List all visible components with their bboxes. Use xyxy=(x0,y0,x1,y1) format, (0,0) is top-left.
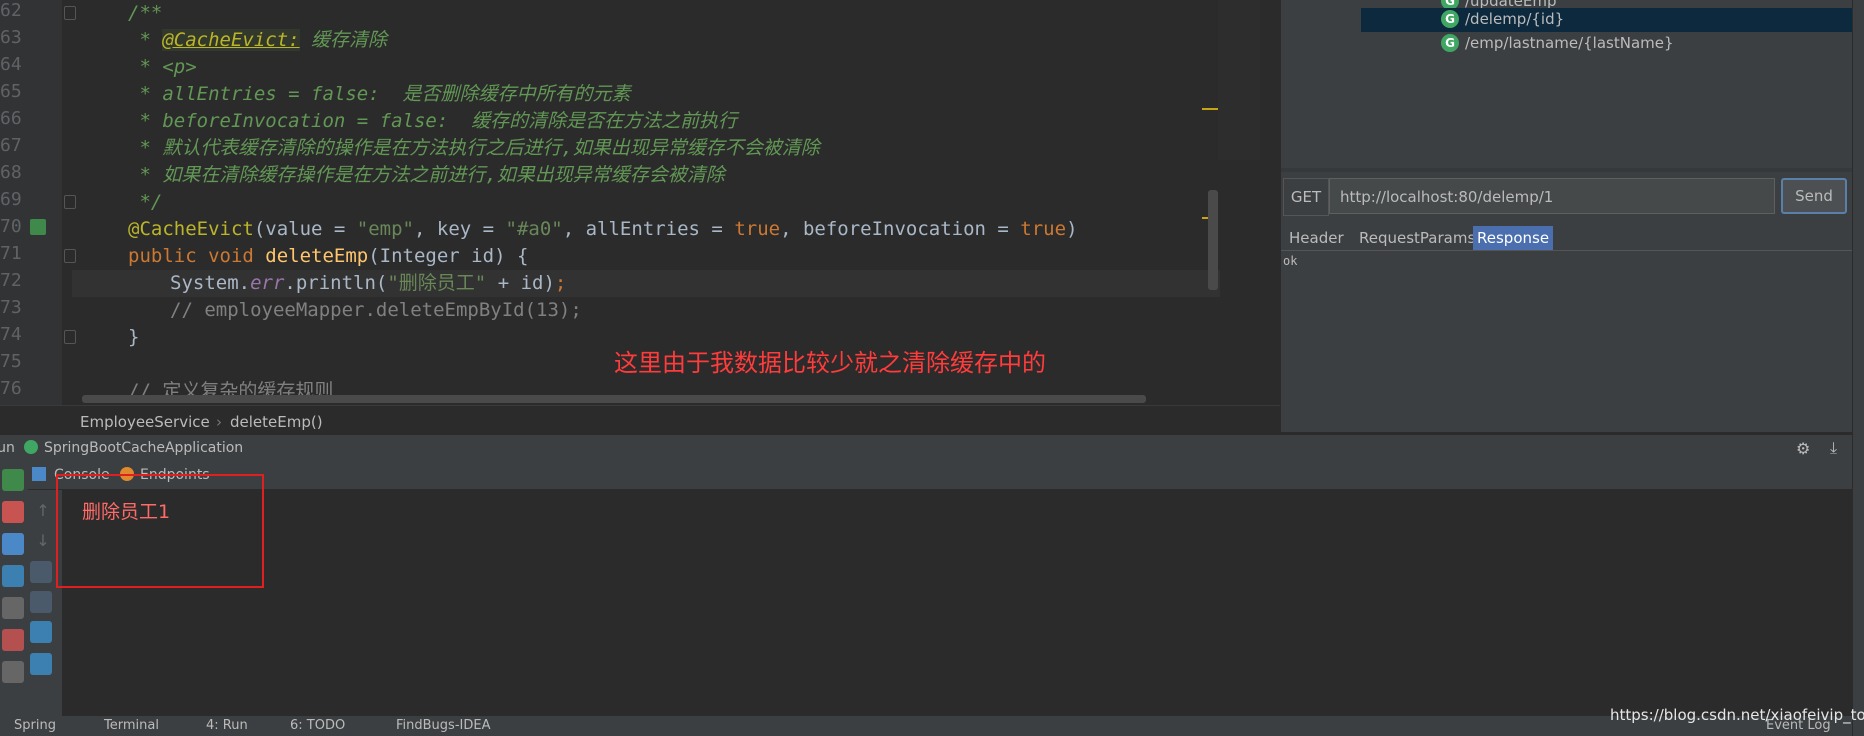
fold-marker-icon[interactable] xyxy=(64,330,76,344)
code-line: */ xyxy=(128,191,163,213)
tool-tab-spring[interactable]: Spring xyxy=(14,718,56,733)
line-number: 70 xyxy=(0,216,22,237)
breadcrumb: EmployeeService › deleteEmp() xyxy=(0,405,1280,436)
print-icon[interactable] xyxy=(30,621,52,643)
endpoint-path: /emp/lastname/{lastName} xyxy=(1465,34,1674,52)
code-line: @CacheEvict(value = "emp", key = "#a0", … xyxy=(128,218,1078,240)
tool-window-bar: Spring Terminal 4: Run 6: TODO FindBugs-… xyxy=(0,716,1852,736)
rerun-icon[interactable] xyxy=(2,469,24,491)
code-line: * <p> xyxy=(128,56,197,78)
fold-marker-icon[interactable] xyxy=(64,6,76,20)
globe-icon[interactable] xyxy=(2,565,24,587)
run-panel-title: Run xyxy=(0,440,15,456)
spring-boot-icon xyxy=(24,440,38,454)
rest-services-panel: G /updateEmp G /delemp/{id} G /emp/lastn… xyxy=(1280,0,1853,432)
endpoint-path: /delemp/{id} xyxy=(1465,10,1565,28)
get-method-icon: G xyxy=(1441,34,1459,52)
line-number: 64 xyxy=(0,54,22,75)
run-toolbar: ↑ ↓ xyxy=(0,461,62,716)
gear-icon[interactable]: ⚙ xyxy=(1796,439,1810,458)
panel-splitter[interactable] xyxy=(1281,168,1853,172)
warning-marker[interactable] xyxy=(1202,108,1218,110)
code-line: } xyxy=(128,326,140,348)
editor-vertical-scrollbar[interactable] xyxy=(1208,190,1218,290)
send-button[interactable]: Send xyxy=(1781,178,1847,214)
line-number: 67 xyxy=(0,135,22,156)
line-number: 76 xyxy=(0,378,22,399)
javadoc-annotation-tag: @CacheEvict: xyxy=(162,29,300,51)
code-minimap[interactable] xyxy=(1218,0,1260,160)
request-tabs: Header RequestParams Response xyxy=(1281,226,1853,251)
tool-tab-todo[interactable]: 6: TODO xyxy=(290,718,345,733)
line-number: 74 xyxy=(0,324,22,345)
line-number: 71 xyxy=(0,243,22,264)
tool-tab-findbugs[interactable]: FindBugs-IDEA xyxy=(396,718,490,733)
breadcrumb-separator-icon: › xyxy=(216,413,222,431)
code-line: * beforeInvocation = false: 缓存的清除是否在方法之前… xyxy=(128,110,738,132)
annotation-note: 这里由于我数据比较少就之清除缓存中的 xyxy=(614,349,1046,377)
watermark: https://blog.csdn.net/xiaofeivip_top xyxy=(1610,706,1864,724)
console-icon xyxy=(32,467,46,481)
code-line: * allEntries = false: 是否删除缓存中所有的元素 xyxy=(128,83,631,105)
line-number: 65 xyxy=(0,81,22,102)
run-config-name[interactable]: SpringBootCacheApplication xyxy=(44,440,243,456)
tool-tab-terminal[interactable]: Terminal xyxy=(104,718,159,733)
tab-request-params[interactable]: RequestParams xyxy=(1355,226,1479,250)
stop-icon[interactable] xyxy=(2,501,24,523)
line-number: 75 xyxy=(0,351,22,372)
scroll-to-end-icon[interactable] xyxy=(30,591,52,613)
run-panel-header: Run SpringBootCacheApplication ⚙ ⤓ xyxy=(0,435,1852,461)
endpoint-item[interactable]: G /emp/lastname/{lastName} xyxy=(1361,32,1853,56)
pause-icon[interactable] xyxy=(2,533,24,555)
clear-all-icon[interactable] xyxy=(30,653,52,675)
code-line: public void deleteEmp(Integer id) { xyxy=(128,245,529,267)
console-output[interactable] xyxy=(62,489,1852,716)
code-line: System.err.println("删除员工" + id); xyxy=(170,272,567,294)
line-number: 63 xyxy=(0,27,22,48)
breadcrumb-class[interactable]: EmployeeService xyxy=(80,413,210,431)
arrow-up-icon[interactable]: ↑ xyxy=(32,501,54,523)
http-method-select[interactable]: GET xyxy=(1283,178,1329,216)
code-line: * 默认代表缓存清除的操作是在方法执行之后进行,如果出现异常缓存不会被清除 xyxy=(128,137,820,159)
soft-wrap-icon[interactable] xyxy=(30,561,52,583)
endpoint-item[interactable]: G /delemp/{id} xyxy=(1361,8,1853,32)
hide-panel-icon[interactable]: ⤓ xyxy=(1830,438,1837,458)
tab-response[interactable]: Response xyxy=(1473,226,1554,250)
right-tool-strip[interactable] xyxy=(1852,0,1864,736)
spring-bean-gutter-icon[interactable] xyxy=(30,219,46,235)
line-number: 73 xyxy=(0,297,22,318)
editor-horizontal-scrollbar[interactable] xyxy=(82,395,1146,403)
camera-icon[interactable] xyxy=(2,597,24,619)
tool-tab-run[interactable]: 4: Run xyxy=(206,718,248,733)
exit-icon[interactable] xyxy=(2,629,24,651)
code-line: * 如果在清除缓存操作是在方法之前进行,如果出现异常缓存会被清除 xyxy=(128,164,725,186)
fold-marker-icon[interactable] xyxy=(64,249,76,263)
line-number: 68 xyxy=(0,162,22,183)
get-method-icon: G xyxy=(1441,10,1459,28)
highlight-box xyxy=(56,474,264,588)
tab-header[interactable]: Header xyxy=(1285,226,1348,250)
run-tabs: Console Endpoints xyxy=(28,461,1852,490)
url-input[interactable]: http://localhost:80/delemp/1 xyxy=(1329,178,1775,214)
editor-gutter: 62 63 64 65 66 67 68 69 70 71 72 73 74 7… xyxy=(0,0,76,405)
response-body: ok xyxy=(1283,254,1298,268)
code-line: * @CacheEvict: 缓存清除 xyxy=(128,29,388,51)
code-line: /** xyxy=(128,2,163,24)
line-number: 72 xyxy=(0,270,22,291)
line-number: 62 xyxy=(0,0,22,21)
layout-icon[interactable] xyxy=(2,661,24,683)
fold-marker-icon[interactable] xyxy=(64,195,76,209)
breadcrumb-method[interactable]: deleteEmp() xyxy=(230,413,323,431)
arrow-down-icon[interactable]: ↓ xyxy=(32,531,54,553)
line-number: 69 xyxy=(0,189,22,210)
code-line: // employeeMapper.deleteEmpById(13); xyxy=(170,299,582,321)
line-number: 66 xyxy=(0,108,22,129)
